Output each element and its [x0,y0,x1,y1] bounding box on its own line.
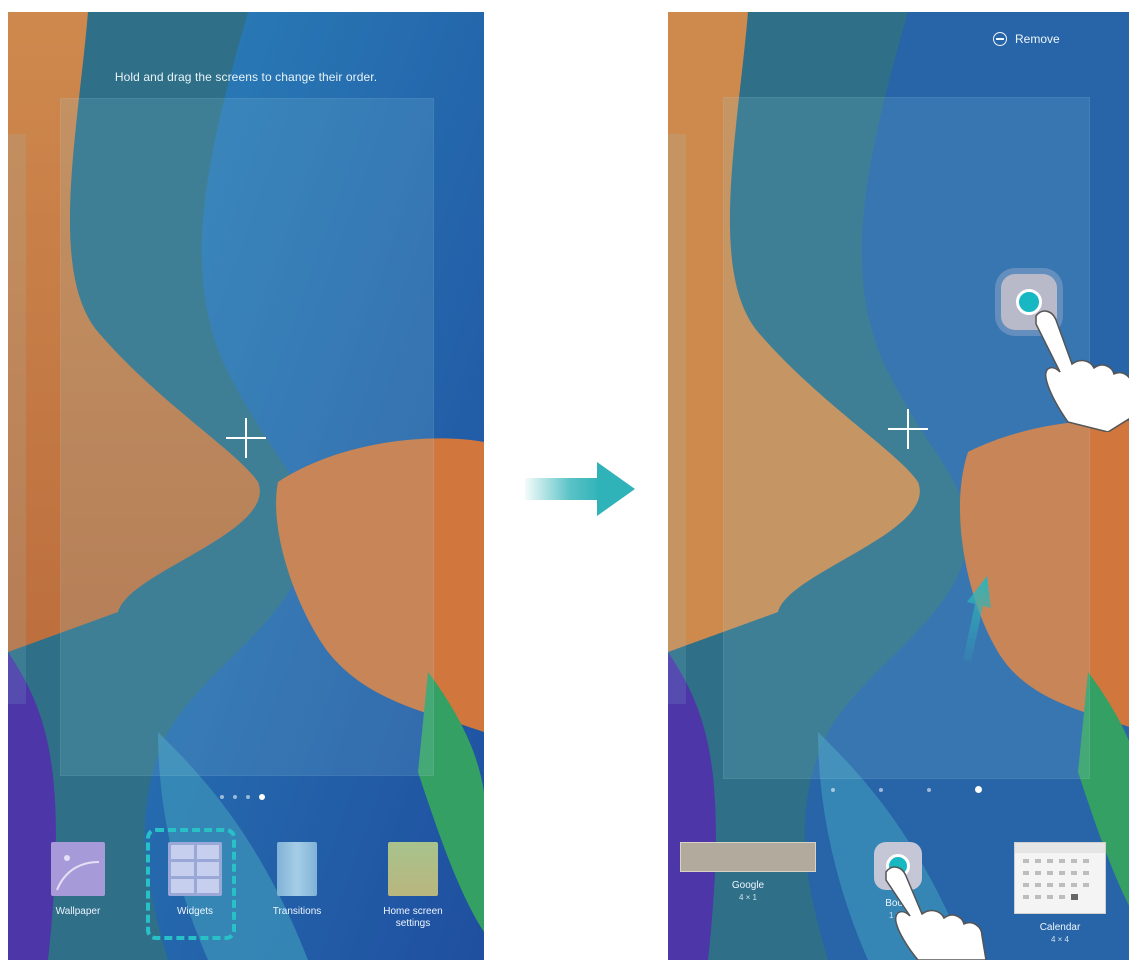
page-dot[interactable] [927,787,931,792]
wallpaper-icon [51,842,105,896]
page-dot[interactable] [831,787,835,792]
calendar-widget-preview [1014,842,1106,914]
transitions-label: Transitions [272,906,322,917]
phone-screen-right: Remove Google 4 × 1 Boost 1 × 1 [668,12,1129,960]
drag-up-arrow-icon [963,576,991,662]
page-dot[interactable] [246,795,250,799]
hand-pointer-icon [1035,310,1129,432]
adjacent-screen-preview[interactable] [668,134,686,704]
google-widget-label: Google [731,880,765,891]
page-dot[interactable] [220,795,224,799]
transition-arrow-icon [525,462,635,516]
page-dot[interactable] [879,787,883,792]
remove-label: Remove [1015,32,1060,46]
phone-screen-left: Hold and drag the screens to change thei… [8,12,484,960]
home-screen-settings-icon [388,842,438,896]
home-screen-settings-label: Home screen settings [383,906,443,929]
google-widget[interactable]: Google 4 × 1 [678,842,818,902]
page-dot[interactable] [233,795,237,799]
calendar-widget-size: 4 × 4 [1050,935,1069,944]
page-indicator [220,794,265,800]
wallpaper-button[interactable]: Wallpaper [33,842,123,918]
home-screen-settings-button[interactable]: Home screen settings [368,842,458,930]
page-indicator [831,786,982,793]
reorder-hint: Hold and drag the screens to change thei… [114,70,378,84]
hand-pointer-icon [885,866,987,960]
google-widget-preview [680,842,816,872]
calendar-widget[interactable]: Calendar 4 × 4 [1010,842,1110,944]
calendar-widget-label: Calendar [1039,922,1081,933]
adjacent-screen-preview[interactable] [8,134,26,704]
remove-target[interactable]: Remove [993,32,1060,46]
wallpaper-label: Wallpaper [55,906,101,917]
widgets-highlight-frame [146,828,236,940]
page-dot-active[interactable] [975,786,982,793]
transitions-icon [277,842,317,896]
add-screen-plus-icon[interactable] [226,418,266,458]
google-widget-size: 4 × 1 [738,893,757,902]
transitions-button[interactable]: Transitions [252,842,342,918]
page-dot-active[interactable] [259,794,265,800]
remove-minus-icon [993,32,1007,46]
add-screen-plus-icon[interactable] [888,409,928,449]
